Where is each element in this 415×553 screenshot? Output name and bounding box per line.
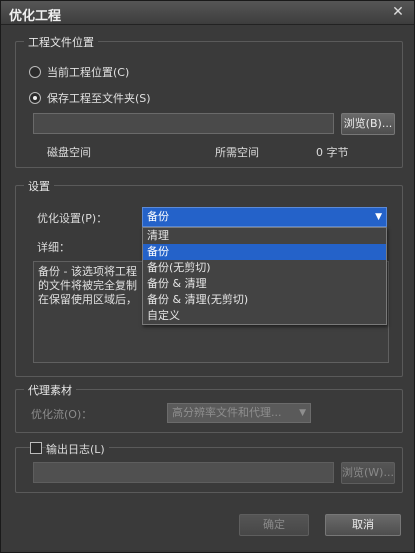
optimize-setting-value: 备份 [147,210,169,223]
folder-path-input[interactable] [33,113,334,134]
optimize-setting-dropdown: 清理 备份 备份(无剪切) 备份 & 清理 备份 & 清理(无剪切) 自定义 [142,227,387,325]
optimize-setting-label: 优化设置(P)： [37,212,108,225]
dropdown-option[interactable]: 清理 [143,228,386,244]
title-bar: 优化工程 ✕ [1,1,414,25]
close-icon[interactable]: ✕ [390,4,406,20]
dialog-title: 优化工程 [9,9,62,24]
detail-label: 详细： [37,241,70,254]
radio-current-icon [29,66,41,78]
dropdown-option[interactable]: 备份(无剪切) [143,260,386,276]
dropdown-option-selected[interactable]: 备份 [143,244,386,260]
browse-button[interactable]: 浏览(B)... [341,113,395,135]
log-browse-button[interactable]: 浏览(W)... [341,462,395,484]
dropdown-option[interactable]: 备份 & 清理(无剪切) [143,292,386,308]
ok-button[interactable]: 确定 [239,514,309,536]
optimize-project-dialog: 优化工程 ✕ 工程文件位置 当前工程位置(C) 保存工程至文件夹(S) 浏览(B… [0,0,415,553]
log-path-input[interactable] [33,462,334,483]
optimize-flow-label: 优化流(O)： [31,408,93,421]
radio-save-icon [29,92,41,104]
required-space-value: 0 字节 [316,146,349,159]
chevron-down-icon: ▼ [375,212,382,222]
chevron-down-icon: ▼ [299,408,306,418]
proxy-title: 代理素材 [24,382,76,398]
required-space-label: 所需空间 [215,146,259,159]
optimize-flow-value: 高分辨率文件和代理... [172,406,282,419]
radio-save-to-folder[interactable]: 保存工程至文件夹(S) [29,90,151,106]
cancel-button[interactable]: 取消 [325,514,401,536]
radio-current-label: 当前工程位置(C) [47,66,130,79]
dropdown-option[interactable]: 备份 & 清理 [143,276,386,292]
radio-save-label: 保存工程至文件夹(S) [47,92,151,105]
project-location-title: 工程文件位置 [24,34,98,50]
dropdown-option[interactable]: 自定义 [143,308,386,324]
settings-title: 设置 [24,178,54,194]
disk-space-label: 磁盘空间 [47,146,91,159]
optimize-setting-select[interactable]: 备份 ▼ [142,207,387,227]
output-log-checkbox[interactable] [30,442,42,454]
output-log-label: 输出日志(L) [46,441,109,457]
radio-current-location[interactable]: 当前工程位置(C) [29,64,129,80]
optimize-flow-select[interactable]: 高分辨率文件和代理... ▼ [167,403,311,423]
